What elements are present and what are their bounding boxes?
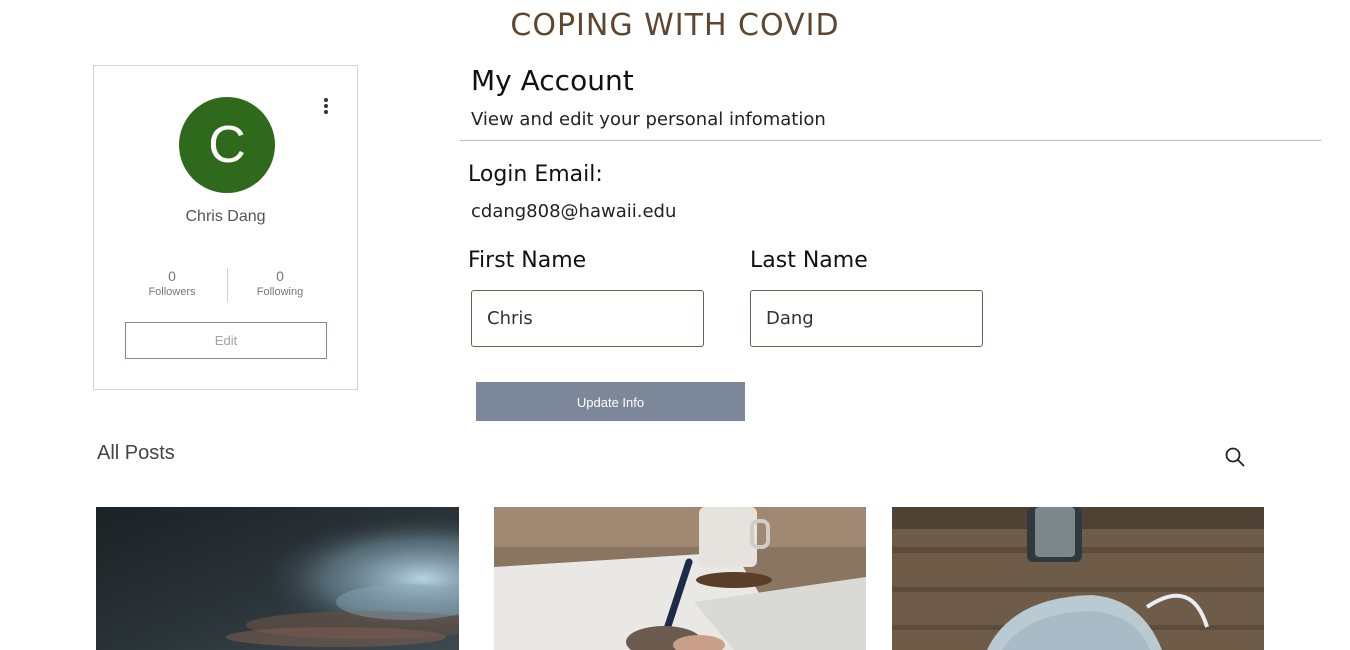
profile-card: C Chris Dang 0 Followers 0 Following Edi… [93,65,358,390]
site-title[interactable]: COPING WITH COVID [0,8,1350,43]
account-subtitle: View and edit your personal infomation [471,109,826,130]
post-card[interactable] [96,507,459,650]
face-mask-photo [892,507,1264,650]
avatar[interactable]: C [179,97,275,193]
profile-stats: 0 Followers 0 Following [124,268,334,304]
last-name-field[interactable] [750,290,983,347]
following-count: 0 [276,268,284,284]
login-email-value: cdang808@hawaii.edu [471,201,677,222]
writing-desk-photo [494,507,866,650]
posts-heading: All Posts [97,442,175,464]
edit-profile-button[interactable]: Edit [125,322,327,359]
first-name-label: First Name [468,248,587,273]
update-info-button[interactable]: Update Info [476,382,745,421]
followers-label: Followers [148,286,196,298]
account-divider [460,140,1321,141]
more-vertical-icon[interactable] [318,96,334,118]
following-stat[interactable]: 0 Following [235,268,325,298]
stats-divider [227,268,228,302]
first-name-field[interactable] [471,290,704,347]
post-card[interactable] [494,507,866,650]
login-email-label: Login Email: [468,162,603,187]
stormy-sky-photo [96,507,459,650]
post-card[interactable] [892,507,1264,650]
followers-count: 0 [168,268,176,284]
last-name-label: Last Name [750,248,868,273]
followers-stat[interactable]: 0 Followers [127,268,217,298]
profile-name: Chris Dang [185,208,266,225]
account-title: My Account [471,64,634,97]
following-label: Following [256,286,304,298]
search-icon[interactable] [1224,446,1246,468]
page: COPING WITH COVID C Chris Dang 0 Followe… [0,0,1350,650]
